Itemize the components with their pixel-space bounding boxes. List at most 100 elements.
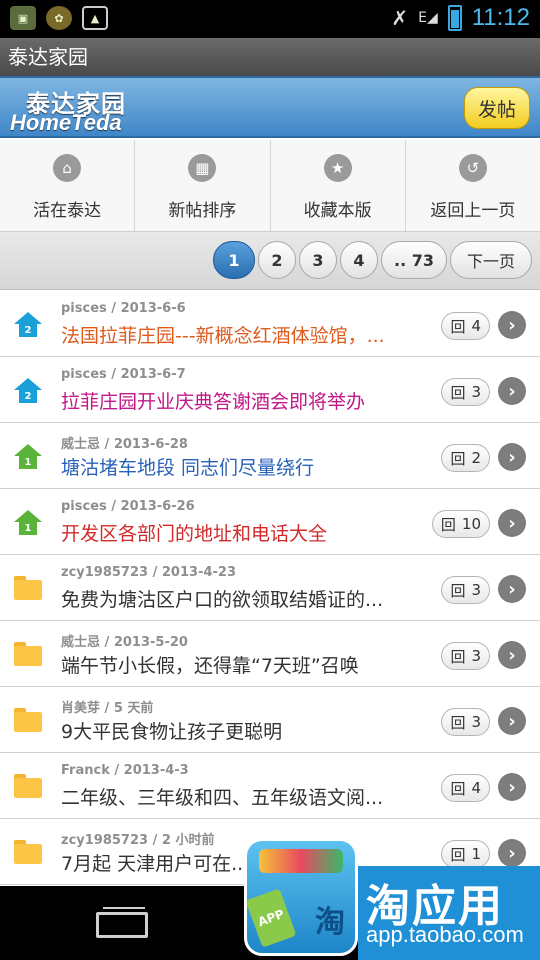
post-author: 肖美芽 xyxy=(61,701,101,716)
star-icon: ★ xyxy=(323,154,352,182)
list-item[interactable]: 2 pisces / 2013-6-7 拉菲庄园开业庆典答谢酒会即将举办 回3 … xyxy=(0,357,540,423)
page-button-last[interactable]: .. 73 xyxy=(380,241,447,279)
app-tag: APP xyxy=(245,888,297,948)
post-meta: zcy1985723 / 2 小时前 xyxy=(61,833,215,848)
reply-prefix: 回 xyxy=(450,779,466,798)
list-item[interactable]: 2 pisces / 2013-6-6 法国拉菲庄园---新概念红酒体验馆，..… xyxy=(0,291,540,357)
chevron-right-icon[interactable]: › xyxy=(498,311,526,339)
post-date: 5 天前 xyxy=(113,701,154,716)
status-bar: ▣ ✿ ▲ ✗ E◢ 11:12 xyxy=(0,0,540,38)
pinned-1-icon: 1 xyxy=(14,510,42,536)
status-left-icons: ▣ ✿ ▲ xyxy=(10,6,108,30)
post-title[interactable]: 塘沽堵车地段 同志们尽量绕行 xyxy=(61,453,421,480)
chevron-right-icon[interactable]: › xyxy=(498,443,526,471)
header-banner: 泰达家园 HomeTeda 发帖 xyxy=(0,76,540,138)
folder-icon xyxy=(14,840,42,866)
nav-item-back[interactable]: ↺ 返回上一页 xyxy=(406,140,540,231)
post-author: pisces xyxy=(61,301,107,316)
nav-label: 收藏本版 xyxy=(303,201,372,221)
nav-label: 新帖排序 xyxy=(168,201,237,221)
post-date: 2013-5-20 xyxy=(113,635,188,650)
post-date: 2013-4-23 xyxy=(161,565,236,580)
reply-prefix: 回 xyxy=(440,515,456,534)
post-title[interactable]: 9大平民食物让孩子更聪明 xyxy=(61,717,421,744)
post-date: 2013-6-28 xyxy=(113,437,188,452)
list-item[interactable]: 1 pisces / 2013-6-26 开发区各部门的地址和电话大全 回 10 … xyxy=(0,489,540,555)
recent-apps-icon[interactable] xyxy=(96,907,148,938)
post-list: 2 pisces / 2013-6-6 法国拉菲庄园---新概念红酒体验馆，..… xyxy=(0,291,540,885)
post-date: 2013-6-26 xyxy=(120,499,195,514)
taobao-bag-icon[interactable]: APP 淘 xyxy=(244,838,358,956)
pinned-2-icon: 2 xyxy=(14,312,42,338)
post-meta: pisces / 2013-6-6 xyxy=(61,301,186,316)
reply-value: 4 xyxy=(471,779,481,797)
post-title[interactable]: 开发区各部门的地址和电话大全 xyxy=(61,519,421,546)
list-item[interactable]: zcy1985723 / 2013-4-23 免费为塘沽区户口的欲领取结婚证的.… xyxy=(0,555,540,621)
post-date: 2013-6-6 xyxy=(120,301,186,316)
reply-value: 4 xyxy=(471,317,481,335)
post-meta: pisces / 2013-6-26 xyxy=(61,499,195,514)
reply-prefix: 回 xyxy=(450,317,466,336)
grid-icon: ▦ xyxy=(188,154,217,182)
post-title[interactable]: 二年级、三年级和四、五年级语文阅... xyxy=(61,783,421,810)
folder-icon xyxy=(14,774,42,800)
home-icon: ⌂ xyxy=(53,154,82,182)
list-item[interactable]: 1 威士忌 / 2013-6-28 塘沽堵车地段 同志们尽量绕行 回2 › xyxy=(0,423,540,489)
post-title[interactable]: 端午节小长假，还得靠“7天班”召唤 xyxy=(61,651,421,678)
reply-prefix: 回 xyxy=(450,449,466,468)
nav-label: 返回上一页 xyxy=(430,201,516,221)
game-icon: ✿ xyxy=(46,6,72,30)
nav-label: 活在泰达 xyxy=(33,201,102,221)
pinned-2-icon: 2 xyxy=(14,378,42,404)
chevron-right-icon[interactable]: › xyxy=(498,773,526,801)
reply-value: 3 xyxy=(471,647,481,665)
next-page-button[interactable]: 下一页 xyxy=(449,241,532,279)
post-author: 威士忌 xyxy=(61,437,101,452)
reply-prefix: 回 xyxy=(450,383,466,402)
reply-value: 3 xyxy=(471,713,481,731)
reply-value: 2 xyxy=(471,449,481,467)
pagination-bar: 1 2 3 4 .. 73 下一页 xyxy=(0,232,540,290)
reply-prefix: 回 xyxy=(450,581,466,600)
list-item[interactable]: 肖美芽 / 5 天前 9大平民食物让孩子更聪明 回3 › xyxy=(0,687,540,753)
post-author: Franck xyxy=(61,763,110,778)
nav-item-favorite[interactable]: ★ 收藏本版 xyxy=(271,140,406,231)
reply-count: 回 10 xyxy=(431,510,490,538)
reply-value: 1 xyxy=(471,845,481,863)
nav-item-sort[interactable]: ▦ 新帖排序 xyxy=(135,140,271,231)
app-title: 泰达家园 xyxy=(0,38,540,76)
post-title[interactable]: 拉菲庄园开业庆典答谢酒会即将举办 xyxy=(61,387,421,414)
reply-count: 回3 xyxy=(441,642,490,670)
post-title[interactable]: 免费为塘沽区户口的欲领取结婚证的... xyxy=(61,585,421,612)
network-label: E xyxy=(418,10,427,26)
page-button-3[interactable]: 3 xyxy=(298,241,337,279)
logo-english: HomeTeda xyxy=(10,110,122,135)
chevron-right-icon[interactable]: › xyxy=(498,377,526,405)
post-title[interactable]: 法国拉菲庄园---新概念红酒体验馆，... xyxy=(61,321,421,348)
post-author: zcy1985723 xyxy=(61,833,149,848)
reply-count: 回4 xyxy=(441,774,490,802)
page-button-1[interactable]: 1 xyxy=(212,241,255,279)
image-icon: ▲ xyxy=(82,6,108,30)
post-meta: Franck / 2013-4-3 xyxy=(61,763,189,778)
post-author: pisces xyxy=(61,367,107,382)
post-date: 2013-6-7 xyxy=(120,367,186,382)
nav-item-home[interactable]: ⌂ 活在泰达 xyxy=(0,140,136,231)
chevron-right-icon[interactable]: › xyxy=(498,509,526,537)
page-button-2[interactable]: 2 xyxy=(257,241,296,279)
chevron-right-icon[interactable]: › xyxy=(498,575,526,603)
list-item[interactable]: Franck / 2013-4-3 二年级、三年级和四、五年级语文阅... 回4… xyxy=(0,753,540,819)
chevron-right-icon[interactable]: › xyxy=(498,707,526,735)
page-button-4[interactable]: 4 xyxy=(339,241,378,279)
post-author: zcy1985723 xyxy=(61,565,149,580)
signal-icon: E◢ xyxy=(418,10,438,26)
list-item[interactable]: 威士忌 / 2013-5-20 端午节小长假，还得靠“7天班”召唤 回3 › xyxy=(0,621,540,687)
reply-count: 回3 xyxy=(441,576,490,604)
reply-value: 3 xyxy=(471,581,481,599)
chevron-right-icon[interactable]: › xyxy=(498,641,526,669)
chevron-right-icon[interactable]: › xyxy=(498,839,526,867)
taobao-banner[interactable]: 淘应用 app.taobao.com xyxy=(358,866,540,960)
bag-items-icon xyxy=(259,849,343,873)
nav-grid: ⌂ 活在泰达 ▦ 新帖排序 ★ 收藏本版 ↺ 返回上一页 xyxy=(0,140,540,232)
post-button[interactable]: 发帖 xyxy=(464,87,530,129)
